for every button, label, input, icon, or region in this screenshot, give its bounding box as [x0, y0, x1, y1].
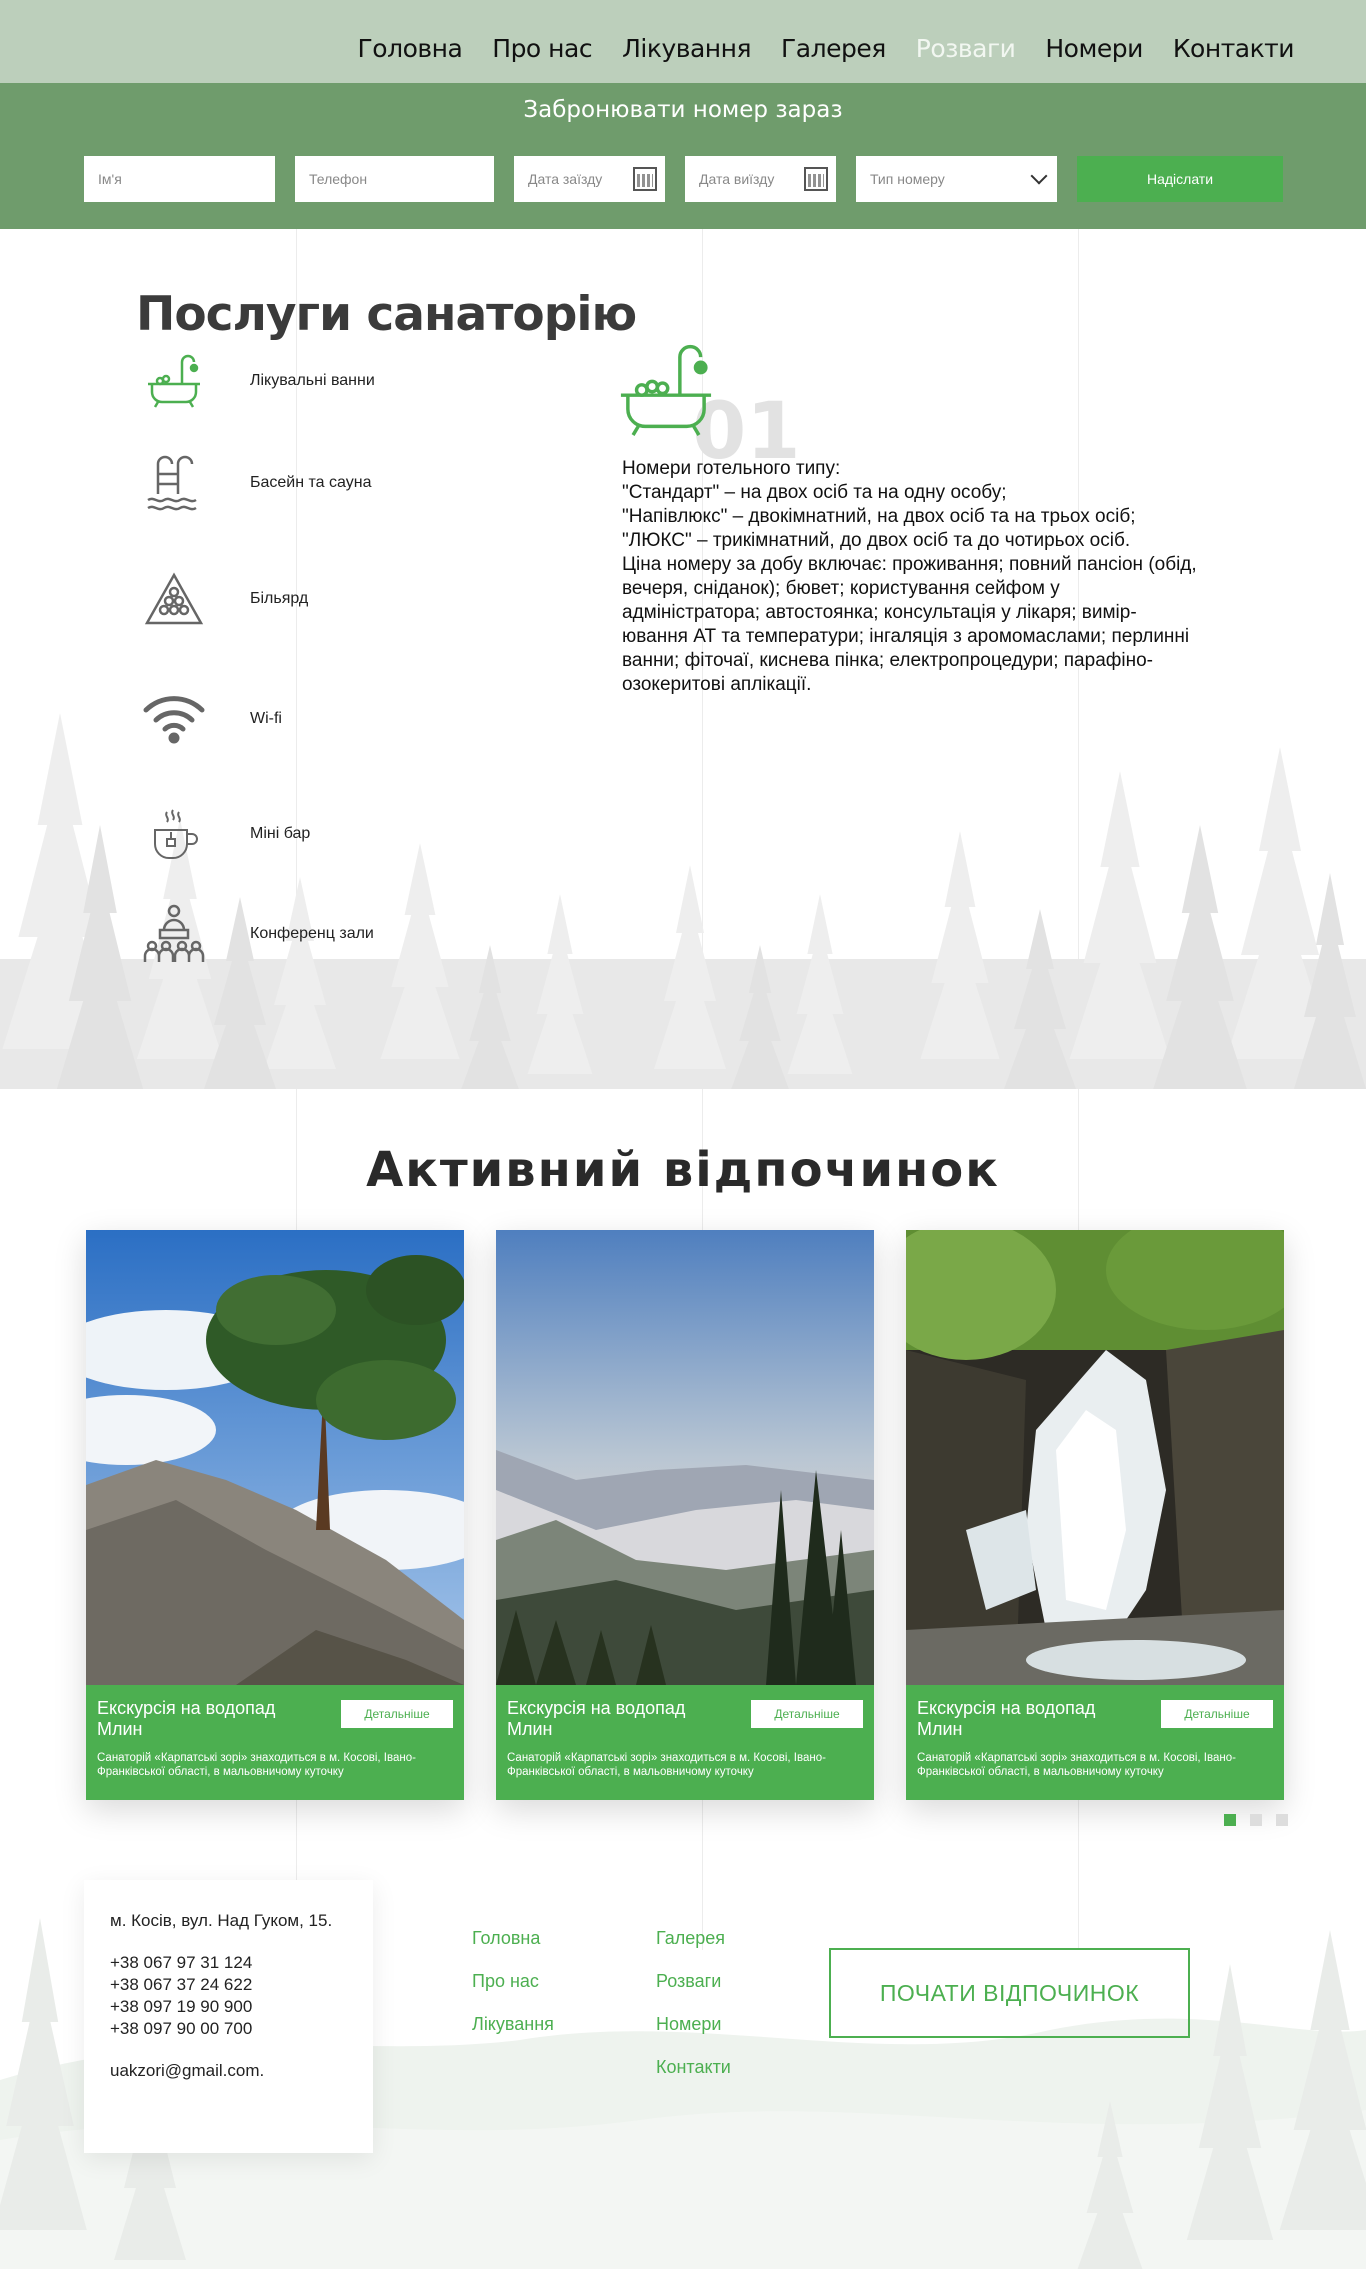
- checkin-placeholder: Дата заїзду: [528, 171, 603, 187]
- card-info: Екскурсія на водопад Млин Детальніше Сан…: [906, 1685, 1284, 1800]
- checkout-placeholder: Дата виїзду: [699, 171, 775, 187]
- pool-icon: [140, 451, 208, 515]
- details-button[interactable]: Детальніше: [751, 1700, 863, 1728]
- service-label: Лікувальні ванни: [250, 372, 375, 389]
- carousel-pagination: [1224, 1814, 1288, 1826]
- service-item[interactable]: Конференц зали: [140, 902, 374, 966]
- carousel-dot[interactable]: [1250, 1814, 1262, 1826]
- active-rest-title: Активний відпочинок: [366, 1142, 1000, 1198]
- activity-card: Екскурсія на водопад Млин Детальніше Сан…: [86, 1230, 464, 1800]
- card-title: Екскурсія на водопад Млин: [507, 1698, 686, 1739]
- billiard-icon: [140, 567, 208, 631]
- submit-button[interactable]: Надіслати: [1077, 156, 1283, 202]
- phone[interactable]: +38 097 90 00 700: [110, 2018, 347, 2040]
- service-detail: 01 Номери готельного типу: "Стандарт" – …: [620, 345, 1202, 697]
- contact-box: м. Косів, вул. Над Гуком, 15. +38 067 97…: [84, 1880, 373, 2153]
- calendar-icon[interactable]: [633, 167, 657, 191]
- details-button[interactable]: Детальніше: [1161, 1700, 1273, 1728]
- waterfall-photo: [906, 1230, 1284, 1685]
- card-title: Екскурсія на водопад Млин: [97, 1698, 276, 1739]
- activity-card: Екскурсія на водопад Млин Детальніше Сан…: [496, 1230, 874, 1800]
- booking-form: Забронювати номер зараз Ім'я Телефон Дат…: [0, 83, 1366, 229]
- phone[interactable]: +38 067 37 24 622: [110, 1974, 347, 1996]
- card-title: Екскурсія на водопад Млин: [917, 1698, 1096, 1739]
- wifi-icon: [140, 687, 208, 751]
- phone[interactable]: +38 097 19 90 900: [110, 1996, 347, 2018]
- detail-text: Номери готельного типу: "Стандарт" – на …: [622, 458, 1197, 695]
- phone[interactable]: +38 067 97 31 124: [110, 1952, 347, 1974]
- conference-icon: [140, 902, 208, 966]
- email[interactable]: uakzori@gmail.com.: [110, 2060, 347, 2082]
- activity-card: Екскурсія на водопад Млин Детальніше Сан…: [906, 1230, 1284, 1800]
- services-section: Послуги санаторію Лікувальні ванни Басей…: [0, 229, 1366, 1089]
- card-info: Екскурсія на водопад Млин Детальніше Сан…: [496, 1685, 874, 1800]
- footer-link-entertainment[interactable]: Розваги: [656, 1971, 721, 1992]
- service-item[interactable]: Лікувальні ванни: [140, 349, 375, 413]
- service-label: Wi-fi: [250, 710, 282, 727]
- card-description: Санаторій «Карпатські зорі» знаходиться …: [917, 1752, 1236, 1778]
- misty-mountains-photo: [496, 1230, 874, 1685]
- nav-item-gallery[interactable]: Галерея: [781, 34, 886, 63]
- phone-placeholder: Телефон: [309, 171, 368, 187]
- service-label: Конференц зали: [250, 925, 374, 942]
- services-title: Послуги санаторію: [136, 287, 637, 342]
- start-vacation-button[interactable]: ПОЧАТИ ВІДПОЧИНОК: [829, 1948, 1190, 2038]
- card-description: Санаторій «Карпатські зорі» знаходиться …: [507, 1752, 826, 1778]
- room-type-placeholder: Тип номеру: [870, 171, 945, 187]
- service-label: Басейн та сауна: [250, 474, 372, 491]
- name-placeholder: Ім'я: [98, 171, 122, 187]
- checkout-date-input[interactable]: Дата виїзду: [685, 156, 836, 202]
- nav-item-treatment[interactable]: Лікування: [622, 34, 751, 63]
- nav-item-contacts[interactable]: Контакти: [1173, 34, 1295, 63]
- details-button[interactable]: Детальніше: [341, 1700, 453, 1728]
- phone-input[interactable]: Телефон: [295, 156, 494, 202]
- footer-link-treatment[interactable]: Лікування: [472, 2014, 554, 2035]
- calendar-icon[interactable]: [804, 167, 828, 191]
- carousel-dot[interactable]: [1276, 1814, 1288, 1826]
- footer-link-contacts[interactable]: Контакти: [656, 2057, 731, 2078]
- top-navigation-bar: Головна Про нас Лікування Галерея Розваг…: [0, 0, 1366, 83]
- service-item[interactable]: Більярд: [140, 567, 308, 631]
- carousel-dot[interactable]: [1224, 1814, 1236, 1826]
- booking-title: Забронювати номер зараз: [523, 97, 843, 123]
- service-item[interactable]: Wi-fi: [140, 687, 282, 751]
- nav-item-about[interactable]: Про нас: [492, 34, 592, 63]
- bathtub-icon: [140, 349, 208, 413]
- service-item[interactable]: Басейн та сауна: [140, 451, 371, 515]
- tea-cup-icon: [140, 802, 208, 866]
- name-input[interactable]: Ім'я: [84, 156, 275, 202]
- nav-item-home[interactable]: Головна: [358, 34, 463, 63]
- chevron-down-icon: [1030, 167, 1048, 185]
- service-label: Більярд: [250, 590, 309, 607]
- footer-link-about[interactable]: Про нас: [472, 1971, 539, 1992]
- service-label: Міні бар: [250, 825, 311, 842]
- footer-link-rooms[interactable]: Номери: [656, 2014, 721, 2035]
- main-nav: Головна Про нас Лікування Галерея Розваг…: [358, 34, 1295, 63]
- address: м. Косів, вул. Над Гуком, 15.: [110, 1911, 333, 1930]
- nav-item-rooms[interactable]: Номери: [1045, 34, 1143, 63]
- room-type-select[interactable]: Тип номеру: [856, 156, 1057, 202]
- service-item[interactable]: Міні бар: [140, 802, 310, 866]
- checkin-date-input[interactable]: Дата заїзду: [514, 156, 665, 202]
- card-description: Санаторій «Карпатські зорі» знаходиться …: [97, 1752, 416, 1778]
- footer-link-home[interactable]: Головна: [472, 1928, 540, 1949]
- footer-link-gallery[interactable]: Галерея: [656, 1928, 725, 1949]
- card-info: Екскурсія на водопад Млин Детальніше Сан…: [86, 1685, 464, 1800]
- cliff-tree-photo: [86, 1230, 464, 1685]
- nav-item-entertainment[interactable]: Розваги: [916, 34, 1016, 63]
- bathtub-icon: [614, 342, 718, 443]
